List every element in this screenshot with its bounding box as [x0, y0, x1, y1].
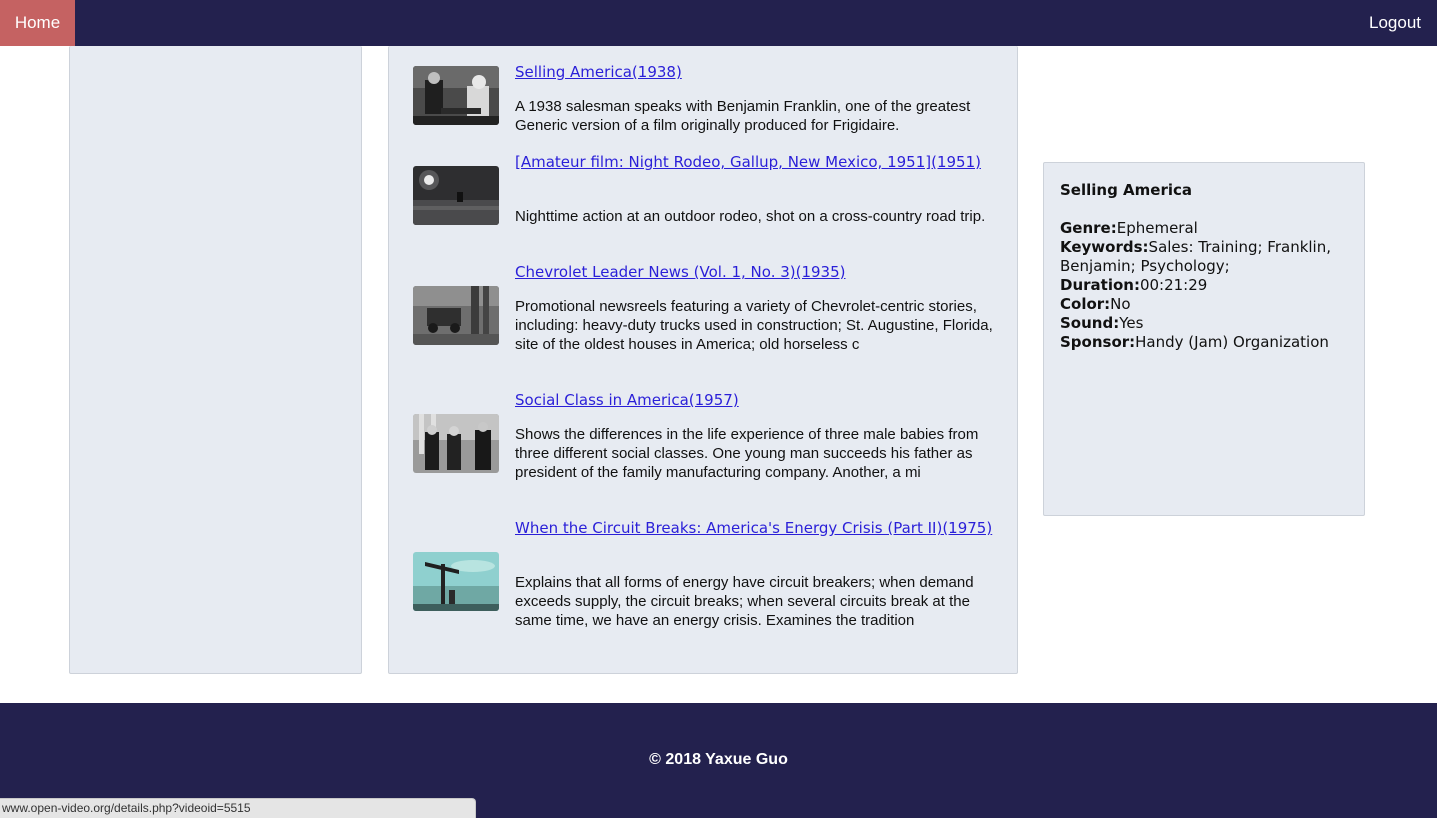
video-description: Shows the differences in the life experi…: [515, 426, 979, 481]
video-title-link[interactable]: When the Circuit Breaks: America's Energ…: [515, 518, 993, 538]
top-navbar: Home Logout: [0, 0, 1437, 46]
video-list-panel: Selling America(1938) A 1938 salesman sp…: [388, 46, 1018, 674]
details-title: Selling America: [1060, 181, 1193, 199]
details-genre: Genre:Ephemeral: [1060, 219, 1348, 238]
video-title-link[interactable]: Selling America(1938): [515, 62, 993, 82]
details-color: Color:No: [1060, 295, 1348, 314]
details-sponsor-value: Handy (Jam) Organization: [1135, 333, 1329, 351]
footer-copyright: © 2018 Yaxue Guo: [649, 751, 788, 768]
video-title-link[interactable]: Social Class in America(1957): [515, 390, 993, 410]
details-sponsor: Sponsor:Handy (Jam) Organization: [1060, 333, 1348, 352]
details-duration-value: 00:21:29: [1139, 276, 1208, 294]
details-sound-value: Yes: [1119, 314, 1144, 332]
video-description: Nighttime action at an outdoor rodeo, sh…: [515, 208, 986, 225]
left-sidebar-panel: [69, 46, 362, 674]
details-genre-label: Genre:: [1060, 219, 1117, 237]
details-keywords-label: Keywords:: [1060, 238, 1149, 256]
video-thumbnail[interactable]: [413, 552, 499, 611]
details-duration: Duration:00:21:29: [1060, 276, 1348, 295]
details-genre-value: Ephemeral: [1116, 219, 1198, 237]
details-color-label: Color:: [1060, 295, 1111, 313]
video-thumbnail[interactable]: [413, 166, 499, 225]
browser-status-url: www.open-video.org/details.php?videoid=5…: [0, 798, 476, 818]
details-keywords: Keywords:Sales: Training; Franklin, Benj…: [1060, 238, 1348, 276]
home-nav-link[interactable]: Home: [0, 0, 75, 46]
details-duration-label: Duration:: [1060, 276, 1140, 294]
details-color-value: No: [1110, 295, 1131, 313]
video-description: A 1938 salesman speaks with Benjamin Fra…: [515, 98, 971, 134]
video-title-link[interactable]: Chevrolet Leader News (Vol. 1, No. 3)(19…: [515, 262, 993, 282]
logout-nav-link[interactable]: Logout: [1369, 0, 1421, 46]
video-description: Promotional newsreels featuring a variet…: [515, 298, 993, 353]
video-description: Explains that all forms of energy have c…: [515, 574, 974, 629]
details-sound-label: Sound:: [1060, 314, 1120, 332]
details-sound: Sound:Yes: [1060, 314, 1348, 333]
video-details-panel: Selling America Genre:Ephemeral Keywords…: [1043, 162, 1365, 516]
video-thumbnail[interactable]: [413, 286, 499, 345]
video-title-link[interactable]: [Amateur film: Night Rodeo, Gallup, New …: [515, 152, 993, 172]
video-thumbnail[interactable]: [413, 66, 499, 125]
details-sponsor-label: Sponsor:: [1060, 333, 1136, 351]
video-thumbnail[interactable]: [413, 414, 499, 473]
